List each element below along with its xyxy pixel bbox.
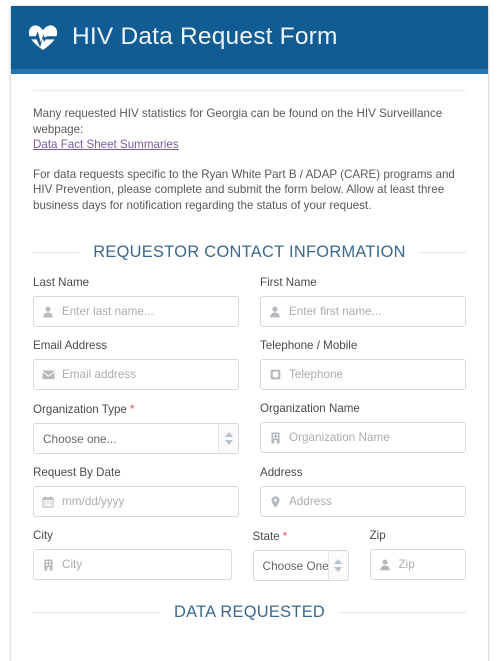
label-email-address: Email Address bbox=[33, 339, 108, 352]
form-body: Many requested HIV statistics for Georgi… bbox=[11, 90, 488, 632]
form-header: HIV Data Request Form bbox=[11, 6, 488, 74]
form-row-city-state-zip: City City State * Choose One Zip Zip bbox=[33, 529, 466, 581]
intro-paragraph-2: For data requests specific to the Ryan W… bbox=[33, 167, 455, 212]
section-rule-right bbox=[419, 252, 467, 253]
user-icon bbox=[34, 306, 62, 318]
label-state-text: State bbox=[252, 530, 280, 543]
field-group-telephone: Telephone / Mobile Telephone bbox=[260, 339, 466, 390]
intro-text-block: Many requested HIV statistics for Georgi… bbox=[33, 91, 466, 213]
address-input[interactable]: Address bbox=[260, 486, 466, 517]
label-first-name: First Name bbox=[260, 276, 317, 289]
form-row-contact: Email Address Email address Telephone / … bbox=[33, 339, 466, 390]
city-input[interactable]: City bbox=[33, 549, 232, 580]
section-rule-left bbox=[33, 252, 80, 253]
telephone-placeholder: Telephone bbox=[289, 367, 343, 381]
building-icon bbox=[261, 432, 289, 444]
state-value: Choose One bbox=[262, 558, 328, 573]
field-group-request-date: Request By Date mm/dd/yyyy bbox=[33, 466, 239, 517]
chevron-updown-icon[interactable] bbox=[327, 551, 348, 580]
first-name-input[interactable]: Enter first name... bbox=[260, 296, 466, 327]
envelope-icon bbox=[34, 369, 62, 380]
zip-placeholder: Zip bbox=[398, 557, 415, 571]
organization-name-input[interactable]: Organization Name bbox=[260, 422, 466, 453]
last-name-input[interactable]: Enter last name... bbox=[33, 296, 239, 327]
required-asterisk: * bbox=[282, 529, 288, 543]
spinner-down-arrow[interactable] bbox=[224, 440, 233, 445]
address-placeholder: Address bbox=[289, 494, 332, 508]
email-input[interactable]: Email address bbox=[33, 359, 239, 390]
required-asterisk: * bbox=[129, 402, 135, 416]
spinner-down-arrow[interactable] bbox=[334, 567, 343, 572]
organization-type-value: Choose one... bbox=[43, 431, 117, 446]
spinner-up-arrow[interactable] bbox=[334, 559, 343, 564]
intro-paragraph-1: Many requested HIV statistics for Georgi… bbox=[33, 106, 466, 153]
label-address: Address bbox=[260, 466, 303, 479]
organization-type-select[interactable]: Choose one... bbox=[33, 423, 239, 454]
field-group-org-type: Organization Type * Choose one... bbox=[33, 402, 239, 454]
building-icon bbox=[34, 559, 62, 571]
section-header-contact: REQUESTOR CONTACT INFORMATION bbox=[33, 243, 467, 262]
section-rule-left bbox=[33, 612, 160, 613]
field-group-org-name: Organization Name Organization Name bbox=[260, 402, 466, 454]
label-last-name: Last Name bbox=[33, 276, 90, 289]
spinner-up-arrow[interactable] bbox=[224, 432, 233, 437]
label-organization-type: Organization Type * bbox=[33, 402, 239, 417]
form-row-date-address: Request By Date mm/dd/yyyy Address Addre… bbox=[33, 466, 466, 517]
request-by-date-placeholder: mm/dd/yyyy bbox=[62, 494, 125, 508]
telephone-input[interactable]: Telephone bbox=[260, 359, 466, 390]
label-organization-name: Organization Name bbox=[260, 402, 360, 415]
field-group-email: Email Address Email address bbox=[33, 339, 239, 390]
label-state: State * bbox=[253, 529, 349, 544]
first-name-placeholder: Enter first name... bbox=[289, 304, 382, 318]
section-title-contact: REQUESTOR CONTACT INFORMATION bbox=[93, 243, 406, 261]
section-title-data-requested: DATA REQUESTED bbox=[173, 603, 326, 621]
form-row-names: Last Name Enter last name... First Name bbox=[33, 276, 466, 327]
user-icon bbox=[371, 559, 399, 571]
form-card: HIV Data Request Form Many requested HIV… bbox=[11, 6, 488, 661]
map-pin-icon bbox=[261, 495, 289, 508]
city-placeholder: City bbox=[62, 557, 83, 571]
section-rule-right bbox=[339, 612, 467, 613]
label-city: City bbox=[33, 529, 53, 542]
user-icon bbox=[261, 306, 289, 318]
field-group-state: State * Choose One bbox=[252, 529, 349, 581]
section-header-data-requested: DATA REQUESTED bbox=[33, 603, 467, 622]
heartbeat-icon bbox=[28, 23, 58, 53]
page-title: HIV Data Request Form bbox=[72, 23, 338, 51]
label-request-by-date: Request By Date bbox=[33, 466, 121, 479]
field-group-first-name: First Name Enter first name... bbox=[260, 276, 466, 327]
state-select[interactable]: Choose One bbox=[252, 550, 349, 581]
data-fact-sheet-summaries-link[interactable]: Data Fact Sheet Summaries bbox=[33, 138, 179, 151]
field-group-zip: Zip Zip bbox=[369, 529, 466, 581]
label-telephone-mobile: Telephone / Mobile bbox=[260, 339, 358, 352]
organization-name-placeholder: Organization Name bbox=[289, 430, 390, 444]
zip-input[interactable]: Zip bbox=[369, 549, 466, 580]
chevron-updown-icon[interactable] bbox=[218, 424, 238, 453]
field-group-address: Address Address bbox=[260, 466, 466, 517]
request-by-date-input[interactable]: mm/dd/yyyy bbox=[33, 486, 239, 517]
phone-icon bbox=[261, 369, 289, 380]
page-root: HIV Data Request Form Many requested HIV… bbox=[0, 0, 500, 661]
field-group-last-name: Last Name Enter last name... bbox=[33, 276, 239, 327]
last-name-placeholder: Enter last name... bbox=[62, 304, 154, 318]
field-group-city: City City bbox=[33, 529, 232, 581]
label-organization-type-text: Organization Type bbox=[33, 403, 127, 416]
label-zip: Zip bbox=[369, 529, 386, 542]
form-row-organization: Organization Type * Choose one... Organiz… bbox=[33, 402, 466, 454]
intro-line-1: Many requested HIV statistics for Georgi… bbox=[33, 107, 443, 136]
calendar-icon bbox=[34, 495, 62, 508]
email-placeholder: Email address bbox=[62, 367, 137, 381]
